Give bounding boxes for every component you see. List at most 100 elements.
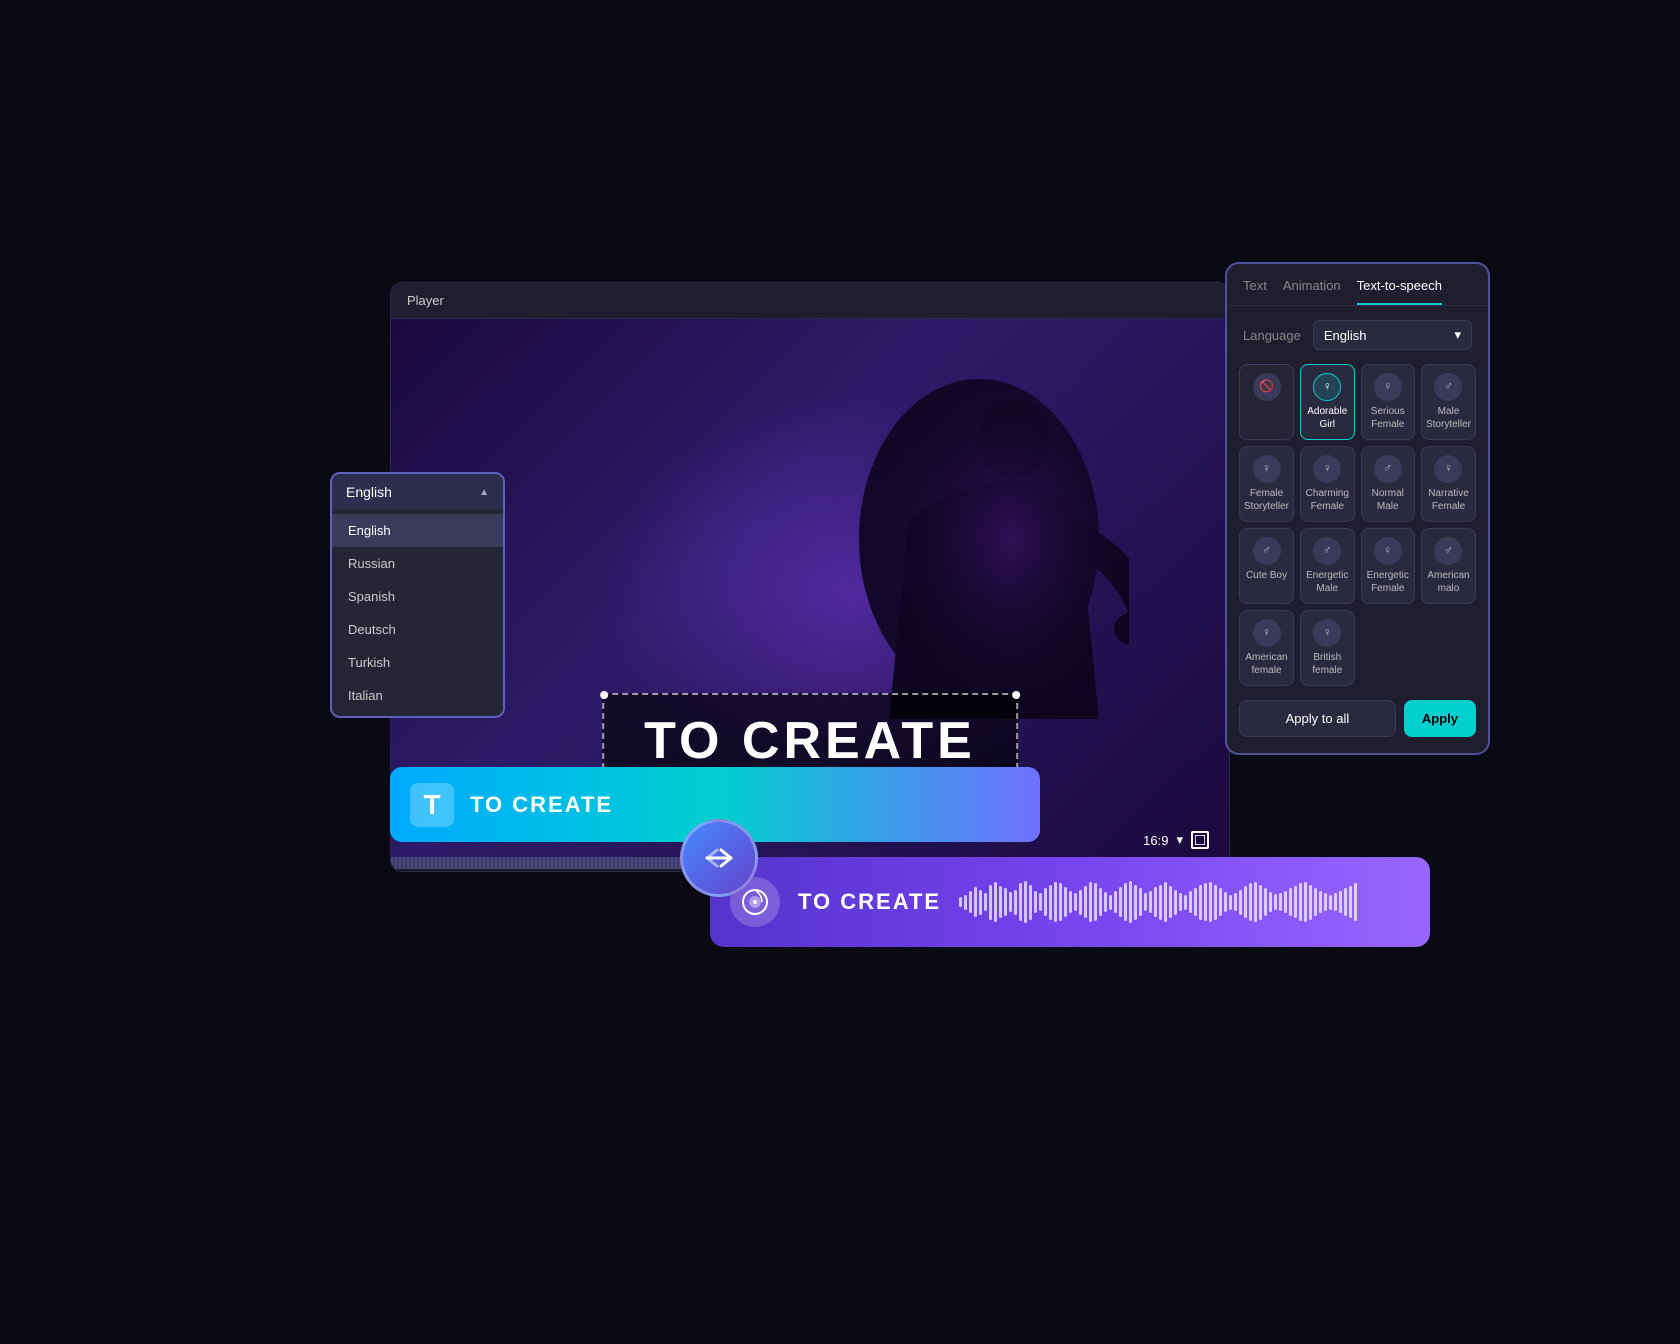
lang-item-english[interactable]: English bbox=[332, 514, 503, 547]
waveform-bar bbox=[1049, 885, 1052, 920]
text-track-label: TO CREATE bbox=[470, 792, 613, 818]
voice-name-energetic-male: Energetic Male bbox=[1305, 569, 1349, 595]
timeline-progress bbox=[391, 857, 726, 869]
energetic-female-icon: ♀ bbox=[1374, 537, 1402, 565]
chevron-down-icon: ▾ bbox=[1176, 832, 1183, 848]
waveform-bar bbox=[1329, 895, 1332, 910]
waveform-bar bbox=[1179, 893, 1182, 911]
waveform-bar bbox=[1169, 886, 1172, 918]
serious-female-icon: ♀ bbox=[1374, 373, 1402, 401]
voice-name-british-female: British female bbox=[1305, 651, 1349, 677]
waveform-bar bbox=[1304, 882, 1307, 922]
voice-card-muted[interactable]: 🚫 bbox=[1239, 364, 1294, 440]
text-track-icon: T bbox=[410, 783, 454, 827]
waveform-bar bbox=[1134, 885, 1137, 920]
waveform-bar bbox=[1034, 891, 1037, 913]
lang-item-spanish[interactable]: Spanish bbox=[332, 580, 503, 613]
waveform-bar bbox=[1114, 891, 1117, 913]
tab-text-to-speech[interactable]: Text-to-speech bbox=[1357, 278, 1442, 305]
voice-name-male-storyteller: Male Storyteller bbox=[1426, 405, 1471, 431]
voice-card-normal-male[interactable]: ♂ Normal Male bbox=[1361, 446, 1415, 522]
waveform-bar bbox=[1084, 886, 1087, 918]
lang-item-italian[interactable]: Italian bbox=[332, 679, 503, 712]
text-icon-letter: T bbox=[423, 789, 440, 821]
waveform-bar bbox=[1249, 883, 1252, 921]
waveform-bar bbox=[1309, 885, 1312, 920]
american-female-icon: ♀ bbox=[1253, 619, 1281, 647]
waveform-bar bbox=[1014, 890, 1017, 915]
waveform-bar bbox=[1259, 885, 1262, 920]
chevron-down-icon-panel: ▾ bbox=[1454, 327, 1461, 343]
waveform-bar bbox=[1144, 893, 1147, 911]
normal-male-icon: ♂ bbox=[1374, 455, 1402, 483]
waveform-bar bbox=[979, 890, 982, 915]
voice-card-serious-female[interactable]: ♀ Serious Female bbox=[1361, 364, 1415, 440]
voice-card-adorable-girl[interactable]: ♀ Adorable Girl bbox=[1300, 364, 1354, 440]
voice-card-male-storyteller[interactable]: ♂ Male Storyteller bbox=[1421, 364, 1476, 440]
waveform-bar bbox=[1199, 885, 1202, 920]
male-storyteller-icon: ♂ bbox=[1434, 373, 1462, 401]
lang-selected-value: English bbox=[346, 484, 392, 500]
waveform-bar bbox=[1174, 890, 1177, 915]
waveform-bar bbox=[1194, 888, 1197, 916]
waveform-bar bbox=[1024, 881, 1027, 923]
language-dropdown: English ▲ English Russian Spanish Deutsc… bbox=[330, 472, 505, 718]
waveform-bar bbox=[969, 891, 972, 913]
expand-icon[interactable] bbox=[1191, 831, 1209, 849]
apply-to-all-button[interactable]: Apply to all bbox=[1239, 700, 1396, 737]
voice-name-energetic-female: Energetic Female bbox=[1366, 569, 1410, 595]
voice-card-narrative-female[interactable]: ♀ Narrative Female bbox=[1421, 446, 1476, 522]
waveform-bar bbox=[974, 887, 977, 917]
tab-text[interactable]: Text bbox=[1243, 278, 1267, 305]
panel-lang-select[interactable]: English ▾ bbox=[1313, 320, 1472, 350]
lang-dropdown-header[interactable]: English ▲ bbox=[332, 474, 503, 510]
waveform-bar bbox=[964, 895, 967, 910]
voice-name-cute-boy: Cute Boy bbox=[1244, 569, 1289, 582]
apply-button[interactable]: Apply bbox=[1404, 700, 1476, 737]
waveform-bar bbox=[1299, 883, 1302, 921]
voice-card-american-female[interactable]: ♀ American female bbox=[1239, 610, 1294, 686]
lang-item-deutsch[interactable]: Deutsch bbox=[332, 613, 503, 646]
waveform-bar bbox=[1074, 893, 1077, 911]
waveform-bar bbox=[1214, 885, 1217, 920]
voice-grid: 🚫 ♀ Adorable Girl ♀ Serious Female ♂ Mal… bbox=[1227, 364, 1488, 686]
lang-item-russian[interactable]: Russian bbox=[332, 547, 503, 580]
panel-language-row: Language English ▾ bbox=[1227, 306, 1488, 360]
voice-card-cute-boy[interactable]: ♂ Cute Boy bbox=[1239, 528, 1294, 604]
corner-handle-tr[interactable] bbox=[1012, 691, 1020, 699]
waveform-bar bbox=[1344, 888, 1347, 916]
voice-card-energetic-male[interactable]: ♂ Energetic Male bbox=[1300, 528, 1354, 604]
waveform-bar bbox=[1044, 888, 1047, 916]
waveform-bar bbox=[989, 885, 992, 920]
arrow-circle-button[interactable] bbox=[680, 819, 758, 897]
waveform-bar bbox=[1099, 888, 1102, 916]
waveform-bar bbox=[1339, 891, 1342, 913]
waveform-bar bbox=[1334, 893, 1337, 911]
waveform-bar bbox=[1284, 891, 1287, 913]
voice-card-charming-female[interactable]: ♀ Charming Female bbox=[1300, 446, 1354, 522]
waveform-bar bbox=[1069, 891, 1072, 913]
voice-card-british-female[interactable]: ♀ British female bbox=[1300, 610, 1354, 686]
waveform-bar bbox=[1009, 892, 1012, 912]
voice-name-adorable-girl: Adorable Girl bbox=[1305, 405, 1349, 431]
american-malo-icon: ♂ bbox=[1434, 537, 1462, 565]
voice-name-american-female: American female bbox=[1244, 651, 1289, 677]
voice-card-female-storyteller[interactable]: ♀ Female Storyteller bbox=[1239, 446, 1294, 522]
tab-animation[interactable]: Animation bbox=[1283, 278, 1341, 305]
waveform-bar bbox=[1004, 888, 1007, 916]
waveform-bar bbox=[1319, 891, 1322, 913]
chevron-up-icon: ▲ bbox=[479, 487, 489, 498]
corner-handle-tl[interactable] bbox=[600, 691, 608, 699]
waveform-bar bbox=[1229, 895, 1232, 910]
british-female-icon: ♀ bbox=[1313, 619, 1341, 647]
audio-track-label: TO CREATE bbox=[798, 889, 941, 915]
waveform-bar bbox=[1209, 882, 1212, 922]
narrative-female-icon: ♀ bbox=[1434, 455, 1462, 483]
energetic-male-icon: ♂ bbox=[1313, 537, 1341, 565]
waveform-bar bbox=[1154, 887, 1157, 917]
waveform-bar bbox=[984, 893, 987, 911]
lang-item-turkish[interactable]: Turkish bbox=[332, 646, 503, 679]
voice-card-energetic-female[interactable]: ♀ Energetic Female bbox=[1361, 528, 1415, 604]
voice-card-american-malo[interactable]: ♂ American malo bbox=[1421, 528, 1476, 604]
waveform-bar bbox=[1349, 886, 1352, 918]
